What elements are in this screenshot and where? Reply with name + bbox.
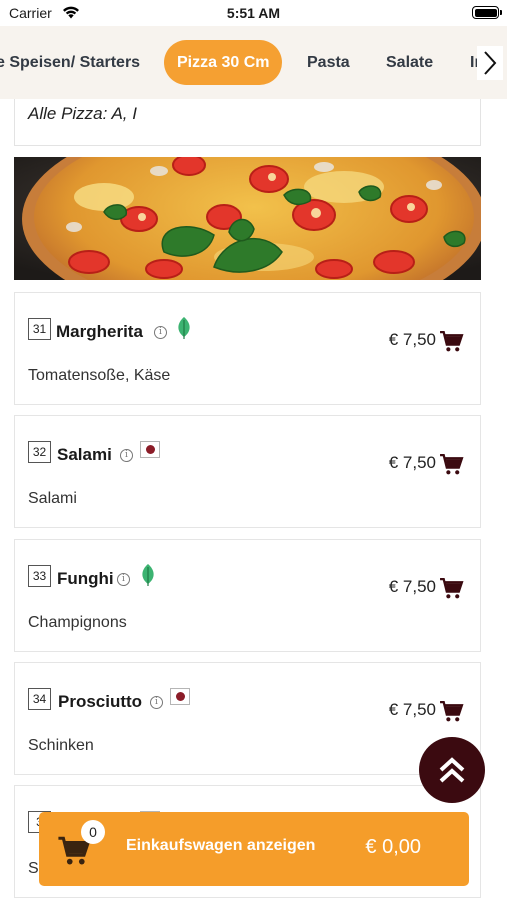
cart-label: Einkaufswagen anzeigen (126, 837, 316, 854)
pizza-banner-image (14, 157, 481, 280)
allergen-text: Alle Pizza: A, I (28, 104, 137, 123)
item-number: 34 (28, 688, 51, 710)
info-icon[interactable]: i (120, 449, 133, 462)
cart-total: € 0,00 (365, 836, 421, 858)
item-number: 31 (28, 318, 51, 340)
scroll-to-top-button[interactable] (419, 737, 485, 803)
vegetarian-leaf-icon (142, 564, 154, 586)
add-to-cart-icon[interactable] (439, 576, 464, 601)
menu-item-margherita[interactable]: 31 Margherita i Tomatensoße, Käse € 7,50 (14, 292, 481, 405)
vegetarian-leaf-icon (178, 317, 190, 339)
tab-pasta[interactable]: Pasta (307, 40, 350, 85)
item-description: Champignons (28, 614, 127, 631)
view-cart-button[interactable]: 0 Einkaufswagen anzeigen € 0,00 (39, 812, 469, 886)
battery-icon (472, 6, 502, 19)
tab-starters[interactable]: e Speisen/ Starters (0, 40, 140, 85)
status-bar: Carrier 5:51 AM (0, 0, 507, 26)
item-name: Salami (57, 445, 112, 464)
meat-icon (170, 688, 190, 705)
allergen-info-card: Alle Pizza: A, I (14, 99, 481, 146)
item-description: Salami (28, 490, 77, 507)
add-to-cart-icon[interactable] (439, 329, 464, 354)
item-name: Prosciutto (58, 692, 143, 711)
meat-icon (140, 441, 160, 458)
double-chevron-up-icon (439, 757, 465, 783)
chevron-right-icon (484, 51, 497, 75)
item-description: Schinken (28, 737, 94, 754)
item-price: € 7,50 (388, 700, 436, 719)
menu-item-funghi[interactable]: 33 Funghi i Champignons € 7,50 (14, 539, 481, 652)
pizza-photo (14, 157, 481, 280)
item-name: Funghi (57, 569, 114, 588)
info-icon[interactable]: i (150, 696, 163, 709)
item-price: € 7,50 (388, 330, 436, 349)
tab-pizza[interactable]: Pizza 30 Cm (164, 40, 283, 85)
tab-salate[interactable]: Salate (386, 40, 433, 85)
add-to-cart-icon[interactable] (439, 452, 464, 477)
item-price: € 7,50 (388, 577, 436, 596)
menu-item-salami[interactable]: 32 Salami i Salami € 7,50 (14, 415, 481, 528)
category-tab-bar[interactable]: e Speisen/ Starters Pizza 30 Cm Pasta Sa… (0, 26, 507, 99)
item-number: 33 (28, 565, 51, 587)
item-description: Tomatensoße, Käse (28, 367, 171, 384)
info-icon[interactable]: i (117, 573, 130, 586)
cart-count-badge: 0 (81, 820, 105, 844)
menu-item-prosciutto[interactable]: 34 Prosciutto i Schinken € 7,50 (14, 662, 481, 775)
item-description: S (28, 860, 39, 877)
clock: 5:51 AM (226, 5, 281, 21)
add-to-cart-icon[interactable] (439, 699, 464, 724)
item-price: € 7,50 (388, 453, 436, 472)
item-name: Margherita (56, 322, 143, 341)
scroll-tabs-right-button[interactable] (477, 46, 503, 80)
info-icon[interactable]: i (154, 326, 167, 339)
item-number: 32 (28, 441, 51, 463)
